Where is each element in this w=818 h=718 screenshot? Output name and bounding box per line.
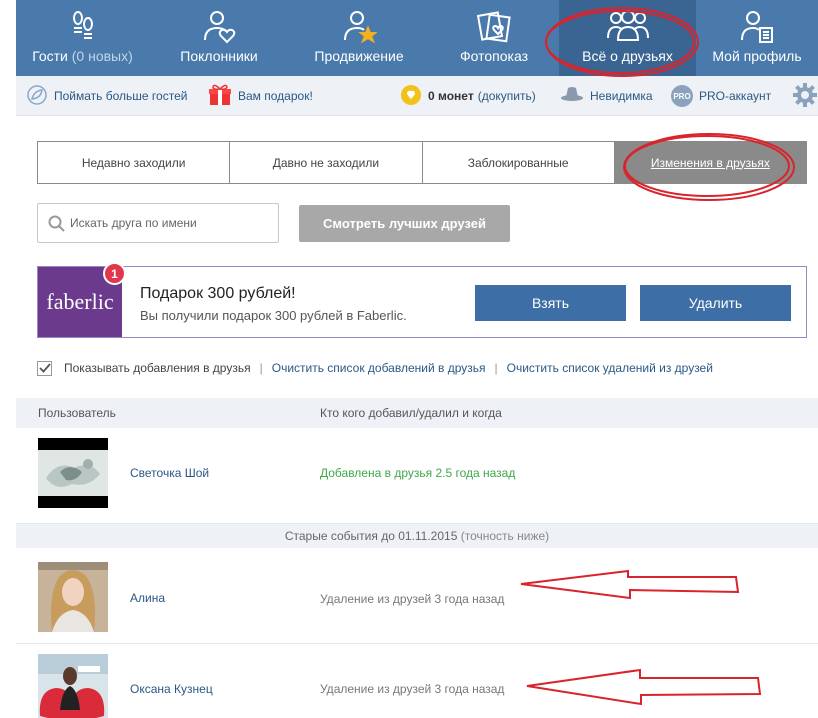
footprints-icon — [16, 8, 149, 44]
pro-account-label: PRO-аккаунт — [699, 89, 772, 103]
photos-heart-icon — [429, 8, 559, 44]
nav-promotion-label: Продвижение — [314, 48, 404, 64]
pro-account-link[interactable]: PRO PRO-аккаунт — [671, 76, 771, 116]
nav-all-about-friends-label: Всё о друзьях — [582, 48, 673, 64]
nav-guests-count: (0 новых) — [71, 48, 133, 64]
nav-all-about-friends[interactable]: Всё о друзьях — [559, 0, 696, 76]
invisible-label: Невидимка — [590, 89, 653, 103]
settings-button[interactable] — [792, 76, 818, 116]
table-row: Оксана Кузнец Удаление из друзей 3 года … — [16, 644, 818, 718]
action-text: Добавлена в друзья 2.5 года назад — [320, 466, 516, 480]
gift-label: Вам подарок! — [238, 89, 313, 103]
search-icon — [48, 215, 66, 236]
old-events-divider: Старые события до 01.11.2015 (точность н… — [16, 524, 818, 548]
separator: | — [259, 361, 263, 375]
table-row: Алина Удаление из друзей 3 года назад — [16, 548, 818, 644]
tab-friend-changes[interactable]: Изменения в друзьях — [614, 142, 806, 183]
nav-photoshow-label: Фотопоказ — [459, 48, 528, 64]
nav-admirers-label: Поклонники — [180, 48, 258, 64]
gift-link[interactable]: Вам подарок! — [208, 76, 313, 116]
friend-search — [37, 203, 279, 243]
nav-admirers[interactable]: Поклонники — [149, 0, 289, 76]
user-name-link[interactable]: Светочка Шой — [130, 466, 209, 480]
leaf-icon — [26, 84, 48, 109]
col-user-header: Пользователь — [38, 406, 116, 420]
tab-blocked[interactable]: Заблокированные — [423, 142, 615, 183]
table-header: Пользователь Кто кого добавил/удалил и к… — [16, 398, 818, 428]
clear-additions-link[interactable]: Очистить список добавлений в друзья — [272, 361, 486, 375]
coins-info: 0 монет (докупить) — [400, 76, 536, 116]
coin-icon — [400, 84, 422, 109]
separator: | — [494, 361, 498, 375]
nav-my-profile-label: Мой профиль — [712, 48, 802, 64]
catch-guests-label: Поймать больше гостей — [54, 89, 188, 103]
notification-badge: 1 — [103, 262, 126, 285]
buy-coins-link[interactable]: (докупить) — [478, 89, 536, 103]
friends-icon — [559, 8, 696, 44]
old-events-note: (точность ниже) — [460, 529, 550, 543]
promo-subtitle: Вы получили подарок 300 рублей в Faberli… — [140, 308, 407, 323]
table-row: Светочка Шой Добавлена в друзья 2.5 года… — [16, 428, 818, 524]
sub-toolbar: Поймать больше гостей Вам подарок! 0 мон… — [16, 76, 818, 116]
user-name-link[interactable]: Алина — [130, 591, 165, 605]
delete-button[interactable]: Удалить — [640, 285, 791, 321]
tab-long-not-visited[interactable]: Давно не заходили — [230, 142, 423, 183]
tab-recently-visited[interactable]: Недавно заходили — [38, 142, 231, 183]
promo-title: Подарок 300 рублей! — [140, 285, 296, 302]
person-star-icon — [289, 8, 429, 44]
pro-icon: PRO — [671, 85, 693, 107]
col-action-header: Кто кого добавил/удалил и когда — [320, 406, 502, 420]
nav-photoshow[interactable]: Фотопоказ — [429, 0, 559, 76]
user-name-link[interactable]: Оксана Кузнец — [130, 682, 213, 696]
profile-icon — [696, 8, 818, 44]
avatar[interactable] — [38, 562, 108, 632]
person-heart-icon — [149, 8, 289, 44]
nav-guests-label: Гости — [32, 48, 68, 64]
invisible-link[interactable]: Невидимка — [560, 76, 653, 116]
gear-icon — [792, 82, 818, 111]
nav-promotion[interactable]: Продвижение — [289, 0, 429, 76]
take-button[interactable]: Взять — [475, 285, 626, 321]
top-navigation: Гости (0 новых) Поклонники Продвижение Ф… — [16, 0, 818, 76]
nav-my-profile[interactable]: Мой профиль — [696, 0, 818, 76]
coins-value: 0 монет — [428, 89, 474, 103]
search-input[interactable] — [70, 204, 275, 242]
hat-icon — [560, 84, 584, 109]
show-additions-checkbox[interactable] — [37, 360, 52, 376]
old-events-label: Старые события до 01.11.2015 — [284, 529, 458, 543]
nav-guests[interactable]: Гости (0 новых) — [16, 0, 149, 76]
avatar[interactable] — [38, 438, 108, 508]
action-text: Удаление из друзей 3 года назад — [320, 682, 505, 696]
options-row: Показывать добавления в друзья | Очистит… — [37, 359, 713, 377]
promo-banner: faberlic 1 Подарок 300 рублей! Вы получи… — [37, 262, 807, 338]
best-friends-button[interactable]: Смотреть лучших друзей — [299, 205, 510, 242]
friends-tabs: Недавно заходили Давно не заходили Забло… — [37, 141, 807, 184]
action-text: Удаление из друзей 3 года назад — [320, 592, 505, 606]
checkmark-icon — [38, 363, 51, 373]
catch-guests-link[interactable]: Поймать больше гостей — [26, 76, 187, 116]
gift-icon — [208, 84, 232, 109]
clear-removals-link[interactable]: Очистить список удалений из друзей — [507, 361, 713, 375]
avatar[interactable] — [38, 654, 108, 718]
show-additions-label: Показывать добавления в друзья — [64, 361, 251, 375]
